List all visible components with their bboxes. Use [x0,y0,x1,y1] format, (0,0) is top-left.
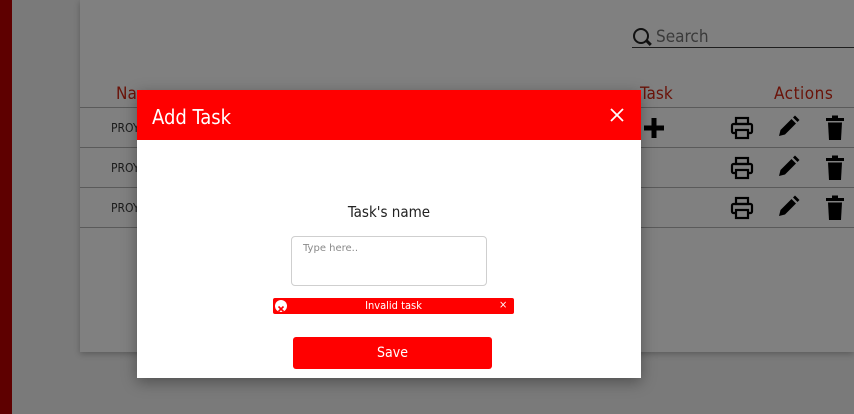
column-header-actions: Actions [774,84,834,104]
task-name-input[interactable] [291,236,487,286]
column-header-name[interactable]: Na [116,84,137,104]
plus-icon[interactable] [643,117,665,143]
trash-icon[interactable] [825,195,845,225]
add-task-modal: Add Task Task's name Invalid task × Save [137,90,641,378]
task-name-label: Task's name [347,203,431,221]
left-sidebar-strip [0,0,12,414]
column-header-task[interactable]: Task [640,84,673,104]
project-name: PROY [111,121,140,135]
trash-icon[interactable] [825,155,845,185]
close-icon[interactable] [606,104,628,126]
modal-header: Add Task [137,90,641,140]
error-message: Invalid task [365,299,422,312]
project-name: PROY [111,161,140,175]
error-dismiss-button[interactable]: × [499,298,507,311]
search-bar[interactable] [632,26,854,48]
error-alert: Invalid task × [273,298,514,314]
project-name: PROY [111,201,140,215]
pencil-icon[interactable] [776,195,800,223]
modal-title: Add Task [152,105,232,129]
pencil-icon[interactable] [776,155,800,183]
trash-icon[interactable] [825,115,845,145]
save-button[interactable]: Save [293,337,492,369]
printer-icon[interactable] [730,196,754,224]
search-input[interactable] [656,26,846,47]
search-icon[interactable] [632,26,654,48]
printer-icon[interactable] [730,156,754,184]
printer-icon[interactable] [730,116,754,144]
pencil-icon[interactable] [776,115,800,143]
